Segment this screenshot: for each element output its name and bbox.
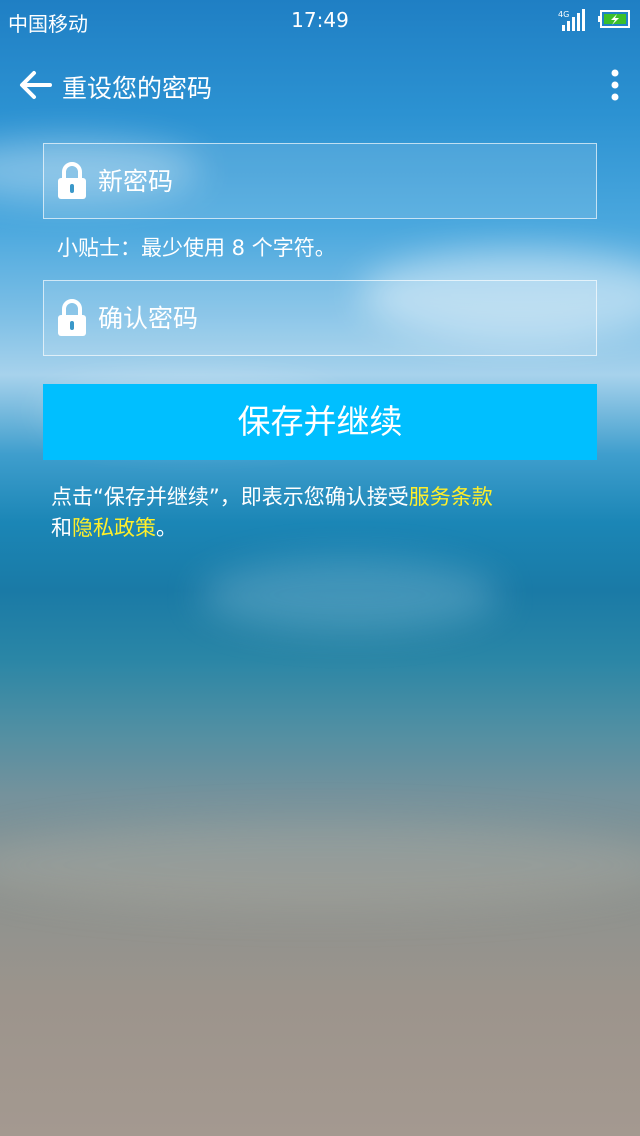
page-title: 重设您的密码	[62, 74, 213, 103]
service-terms-link[interactable]: 服务条款	[409, 485, 493, 509]
lock-icon	[58, 299, 86, 336]
lock-icon	[58, 162, 86, 199]
back-arrow-icon[interactable]	[18, 70, 52, 100]
network-type-label: 4G	[558, 10, 569, 19]
battery-charging-icon	[598, 10, 630, 28]
status-bar: 中国移动 17:49 4G	[0, 0, 640, 40]
more-vertical-icon[interactable]	[603, 68, 627, 102]
signal-icon: 4G	[558, 9, 585, 31]
confirm-password-input[interactable]	[98, 281, 578, 355]
status-time: 17:49	[291, 8, 349, 32]
password-hint: 小贴士：最少使用 8 个字符。	[57, 236, 336, 260]
confirm-password-field[interactable]	[43, 280, 597, 356]
terms-notice: 点击“保存并继续”，即表示您确认接受服务条款和隐私政策。	[51, 482, 601, 544]
terms-prefix: 点击“保存并继续”，即表示您确认接受	[51, 485, 409, 509]
new-password-field[interactable]	[43, 143, 597, 219]
terms-suffix: 。	[156, 516, 177, 540]
privacy-policy-link[interactable]: 隐私政策	[72, 516, 156, 540]
terms-and: 和	[51, 516, 72, 540]
save-and-continue-button[interactable]: 保存并继续	[43, 384, 597, 460]
new-password-input[interactable]	[98, 144, 578, 218]
top-app-bar: 重设您的密码	[0, 60, 640, 110]
